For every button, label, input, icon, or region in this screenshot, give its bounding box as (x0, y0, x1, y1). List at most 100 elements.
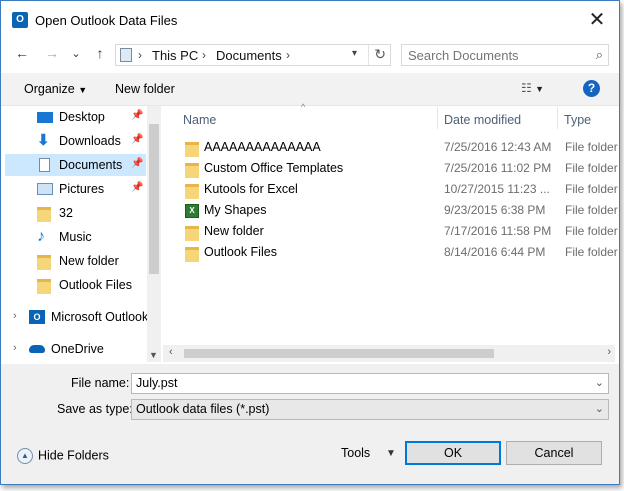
nav-item-label: Downloads (59, 134, 121, 148)
file-name-label: File name: (71, 376, 130, 390)
search-box[interactable]: ⌕ (401, 44, 609, 66)
column-header-type[interactable]: Type (564, 113, 591, 127)
file-type: File folder (565, 140, 618, 154)
chevron-down-icon: ▼ (386, 448, 396, 459)
scroll-right-icon[interactable]: › (607, 346, 611, 358)
nav-item-documents[interactable]: Documents 📌 (5, 154, 146, 176)
refresh-icon[interactable]: ↻ (374, 46, 386, 63)
onedrive-icon (29, 345, 45, 353)
file-date: 7/25/2016 12:43 AM (444, 140, 552, 154)
folder-icon (37, 279, 51, 294)
forward-arrow-icon[interactable]: → (43, 45, 61, 61)
pin-icon[interactable]: 📌 (131, 182, 143, 193)
file-row[interactable]: X My Shapes 9/23/2015 6:38 PM File folde… (181, 200, 621, 221)
breadcrumb-separator: › (138, 48, 142, 62)
pin-icon[interactable]: 📌 (131, 158, 143, 169)
file-date: 7/25/2016 11:02 PM (444, 161, 552, 175)
pin-icon[interactable]: 📌 (131, 134, 143, 145)
cancel-button[interactable]: Cancel (506, 441, 602, 465)
nav-item-new-folder[interactable]: New folder (5, 250, 146, 272)
help-icon[interactable]: ? (583, 80, 600, 97)
nav-item-label: 32 (59, 206, 73, 220)
music-icon: ♪ (37, 228, 45, 245)
nav-item-microsoft-outlook[interactable]: › O Microsoft Outlook (5, 306, 148, 328)
nav-item-label: Outlook Files (59, 278, 132, 292)
breadcrumb-separator: › (202, 48, 206, 62)
nav-pane-scrollbar[interactable]: ▼ (147, 106, 161, 362)
column-header-date-modified[interactable]: Date modified (444, 113, 521, 127)
file-date: 10/27/2015 11:23 ... (444, 182, 550, 196)
ok-button[interactable]: OK (405, 441, 501, 465)
organize-label: Organize (24, 82, 75, 96)
address-bar[interactable]: › This PC › Documents › ▾ ↻ (115, 44, 391, 66)
outlook-icon: O (12, 12, 28, 28)
horizontal-scrollbar[interactable]: ‹ › (163, 345, 615, 362)
breadcrumb-this-pc[interactable]: This PC (152, 48, 198, 63)
sort-ascending-icon: ^ (301, 102, 306, 112)
file-name: Custom Office Templates (204, 161, 344, 175)
chevron-right-icon[interactable]: › (13, 342, 17, 354)
nav-item-music[interactable]: ♪ Music (5, 226, 146, 248)
nav-item-downloads[interactable]: ⬇ Downloads 📌 (5, 130, 146, 152)
chevron-down-icon[interactable]: ⌄ (595, 376, 604, 389)
file-row[interactable]: Custom Office Templates 7/25/2016 11:02 … (181, 158, 621, 179)
collapse-icon: ▲ (17, 448, 33, 464)
file-name-combobox[interactable]: ⌄ (131, 373, 609, 394)
chevron-down-icon[interactable]: ⌄ (595, 402, 604, 415)
tools-button[interactable]: Tools ▼ (341, 446, 396, 460)
scroll-left-icon[interactable]: ‹ (169, 346, 173, 358)
tools-label: Tools (341, 446, 371, 460)
navigation-pane: Desktop 📌 ⬇ Downloads 📌 Documents 📌 Pict… (1, 106, 161, 362)
recent-locations-icon[interactable]: ⌄ (67, 47, 85, 60)
hide-folders-button[interactable]: ▲ Hide Folders (17, 448, 109, 464)
nav-item-pictures[interactable]: Pictures 📌 (5, 178, 146, 200)
desktop-icon (37, 112, 53, 123)
file-row[interactable]: Outlook Files 8/14/2016 6:44 PM File fol… (181, 242, 621, 263)
new-folder-button[interactable]: New folder (115, 82, 175, 96)
file-name: Outlook Files (204, 245, 277, 259)
scroll-down-icon[interactable]: ▼ (149, 350, 158, 360)
file-type: File folder (565, 245, 618, 259)
nav-item-label: New folder (59, 254, 119, 268)
chevron-right-icon[interactable]: › (13, 310, 17, 322)
column-divider[interactable] (437, 107, 438, 129)
up-arrow-icon[interactable]: ↑ (91, 45, 109, 61)
organize-button[interactable]: Organize ▼ (24, 82, 87, 96)
folder-icon (185, 163, 199, 178)
breadcrumb-documents[interactable]: Documents (216, 48, 282, 63)
file-row[interactable]: AAAAAAAAAAAAAA 7/25/2016 12:43 AM File f… (181, 137, 621, 158)
scrollbar-thumb[interactable] (149, 124, 159, 274)
file-row[interactable]: New folder 7/17/2016 11:58 PM File folde… (181, 221, 621, 242)
nav-item-desktop[interactable]: Desktop 📌 (5, 106, 146, 128)
breadcrumb-separator: › (286, 48, 290, 62)
file-name-field[interactable] (136, 376, 576, 390)
file-date: 7/17/2016 11:58 PM (444, 224, 552, 238)
file-type: File folder (565, 224, 618, 238)
view-options-icon[interactable]: ☷ ▼ (521, 81, 544, 95)
nav-item-outlook-files[interactable]: Outlook Files (5, 274, 146, 296)
nav-item-32[interactable]: 32 (5, 202, 146, 224)
downloads-icon: ⬇ (37, 132, 50, 149)
address-dropdown-icon[interactable]: ▾ (352, 48, 357, 59)
file-type: File folder (565, 161, 618, 175)
this-pc-icon (120, 48, 132, 62)
search-input[interactable] (408, 47, 578, 63)
folder-icon (185, 226, 199, 241)
nav-item-onedrive[interactable]: › OneDrive (5, 338, 146, 360)
back-arrow-icon[interactable]: ← (13, 45, 31, 61)
file-type-select[interactable]: Outlook data files (*.pst) ⌄ (131, 399, 609, 420)
search-icon[interactable]: ⌕ (596, 47, 603, 63)
column-header-name[interactable]: Name (183, 113, 216, 127)
scrollbar-thumb[interactable] (184, 349, 494, 358)
file-name: Kutools for Excel (204, 182, 298, 196)
close-icon[interactable]: ✕ (583, 7, 611, 33)
excel-shapes-icon: X (185, 204, 199, 218)
column-divider[interactable] (557, 107, 558, 129)
file-row[interactable]: Kutools for Excel 10/27/2015 11:23 ... F… (181, 179, 621, 200)
nav-item-label: Music (59, 230, 92, 244)
file-name: AAAAAAAAAAAAAA (204, 140, 321, 154)
documents-icon (39, 158, 50, 172)
file-date: 8/14/2016 6:44 PM (444, 245, 546, 259)
pin-icon[interactable]: 📌 (131, 110, 143, 121)
nav-item-label: OneDrive (51, 342, 104, 356)
